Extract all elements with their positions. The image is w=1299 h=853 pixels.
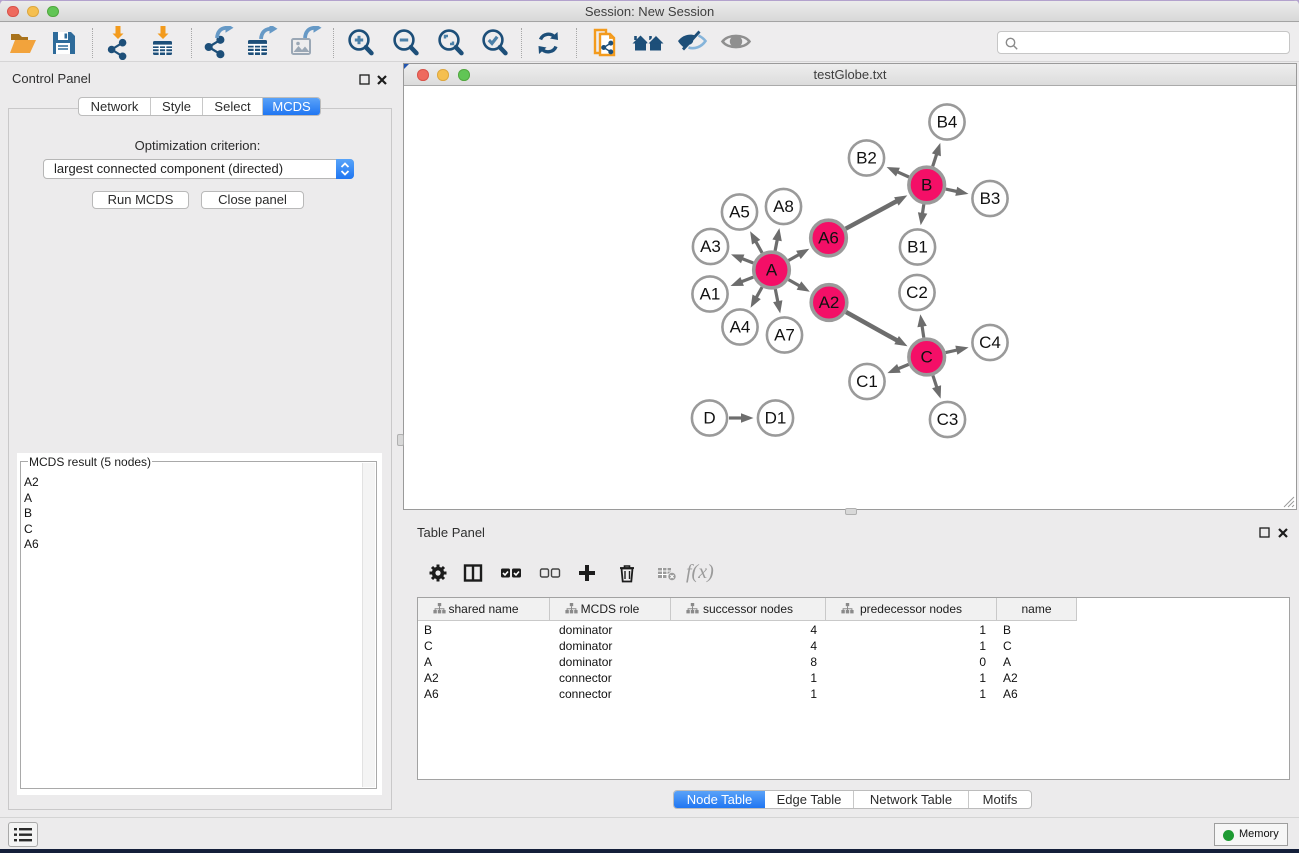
svg-text:C2: C2 (906, 283, 928, 302)
svg-text:B2: B2 (856, 149, 877, 168)
svg-text:A3: A3 (700, 237, 721, 256)
svg-text:C4: C4 (979, 333, 1001, 352)
svg-text:B3: B3 (980, 189, 1001, 208)
svg-text:A7: A7 (774, 326, 795, 345)
svg-text:A1: A1 (700, 285, 721, 304)
svg-text:D: D (703, 409, 715, 428)
svg-text:B1: B1 (907, 238, 928, 257)
svg-text:D1: D1 (765, 409, 787, 428)
svg-text:B: B (921, 176, 932, 195)
svg-text:C3: C3 (937, 410, 959, 429)
svg-text:A4: A4 (730, 318, 751, 337)
svg-text:C1: C1 (856, 372, 878, 391)
svg-text:A8: A8 (773, 197, 794, 216)
svg-text:C: C (921, 348, 933, 367)
svg-text:A: A (766, 261, 778, 280)
svg-text:A5: A5 (729, 203, 750, 222)
svg-text:A2: A2 (819, 293, 840, 312)
svg-text:A6: A6 (818, 229, 839, 248)
svg-text:B4: B4 (937, 113, 958, 132)
